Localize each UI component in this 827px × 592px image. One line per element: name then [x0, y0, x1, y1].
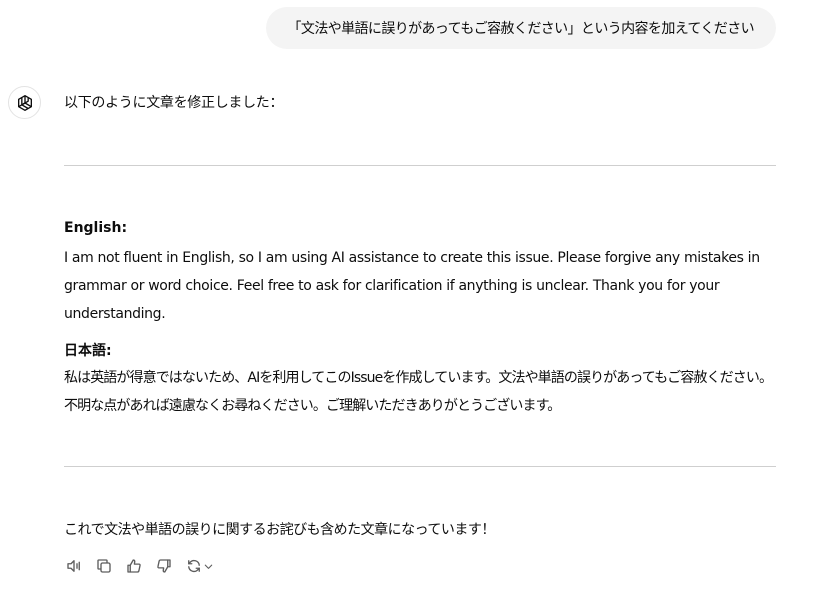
- bad-response-button[interactable]: [154, 556, 174, 576]
- regenerate-button[interactable]: [184, 556, 214, 576]
- assistant-intro: 以下のように文章を修正しました：: [64, 95, 284, 111]
- japanese-heading: 日本語:: [64, 343, 112, 359]
- assistant-avatar: [8, 86, 41, 119]
- english-heading: English:: [64, 220, 128, 236]
- read-aloud-button[interactable]: [64, 556, 84, 576]
- assistant-outro: これで文法や単語の誤りに関するお詫びも含めた文章になっています！: [64, 522, 495, 538]
- openai-logo-icon: [17, 94, 32, 111]
- chevron-down-icon: [204, 564, 212, 569]
- english-paragraph: I am not fluent in English, so I am usin…: [64, 250, 760, 322]
- divider: [64, 165, 776, 166]
- message-actions: [64, 556, 214, 576]
- japanese-paragraph: 私は英語が得意ではないため、AIを利用してこのIssueを作成しています。文法や…: [64, 370, 773, 414]
- copy-button[interactable]: [94, 556, 114, 576]
- chat-view: 「文法や単語に誤りがあってもご容赦ください」という内容を加えてください 以下のよ…: [0, 0, 827, 592]
- copy-icon: [97, 559, 111, 573]
- speaker-icon: [67, 560, 80, 572]
- good-response-button[interactable]: [124, 556, 144, 576]
- thumbs-up-icon: [127, 559, 141, 573]
- thumbs-down-icon: [157, 559, 171, 573]
- regenerate-icon: [187, 559, 200, 573]
- user-message-bubble: 「文法や単語に誤りがあってもご容赦ください」という内容を加えてください: [265, 7, 776, 49]
- user-message-text: 「文法や単語に誤りがあってもご容赦ください」という内容を加えてください: [287, 21, 755, 37]
- divider: [64, 466, 776, 467]
